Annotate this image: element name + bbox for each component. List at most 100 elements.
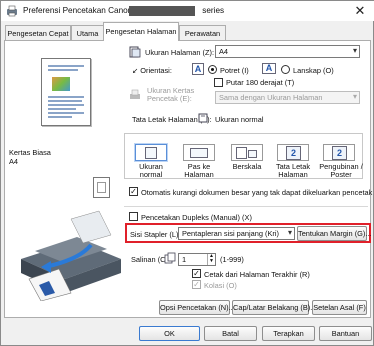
separator — [124, 206, 368, 207]
layout-page-layout-tile[interactable]: 2 — [277, 144, 309, 161]
normal-size-icon — [145, 147, 157, 159]
printer-paper-size-line2: Pencetak (E): — [147, 94, 192, 103]
orientation-text: Orientasi: — [140, 66, 172, 75]
stamp-background-button[interactable]: Cap/Latar Belakang (B)... — [232, 300, 316, 315]
help-button[interactable]: Bantuan — [319, 326, 372, 341]
collate-label: Kolasi (O) — [204, 281, 237, 290]
tab-quick-setup[interactable]: Pengesetan Cepat — [5, 25, 71, 40]
layout-option-line1: Ukuran normal — [139, 162, 163, 179]
apply-label: Terapkan — [273, 329, 304, 338]
check-icon: ✓ — [130, 187, 137, 196]
layout-scaled-label: Berskala — [223, 163, 271, 171]
layout-normal-size-tile[interactable] — [135, 144, 167, 161]
copies-spinner[interactable]: 1 ▲ ▼ — [178, 253, 216, 266]
layout-option-line2: Halaman — [184, 170, 214, 179]
specify-margin-label: Tentukan Margin (G)... — [298, 229, 372, 238]
scaled-icon — [236, 147, 247, 159]
layout-option-line1: Berskala — [232, 162, 262, 171]
layout-scaled-tile[interactable] — [231, 144, 263, 161]
defaults-label: Setelan Asal (F) — [313, 303, 366, 312]
tab-main[interactable]: Utama — [71, 25, 104, 40]
cancel-label: Batal — [222, 329, 239, 338]
rotate-180-label: Putar 180 derajat (T) — [226, 78, 295, 87]
chevron-down-icon: ▾ — [352, 92, 357, 101]
page-layout-2up-icon: 2 — [286, 146, 301, 160]
portrait-icon: A — [192, 63, 204, 75]
layout-option-line2: Halaman — [278, 170, 308, 179]
ok-label: OK — [164, 329, 175, 338]
cancel-button[interactable]: Batal — [204, 326, 257, 341]
printer-app-icon — [7, 5, 17, 17]
page-layout-current: Ukuran normal — [215, 115, 264, 124]
page-layout-icon — [198, 113, 208, 123]
print-options-label: Opsi Pencetakan (N)... — [160, 303, 235, 312]
layout-option-line2: Poster — [330, 170, 352, 179]
output-sheet-inner — [97, 182, 106, 193]
landscape-radio[interactable] — [281, 65, 290, 74]
check-icon: ✓ — [193, 269, 200, 278]
chevron-down-icon: ▾ — [287, 228, 292, 237]
printer-paper-size-select[interactable]: Sama dengan Ukuran Halaman ▾ — [215, 91, 360, 104]
layout-fit-to-page-label: Pas ke Halaman — [176, 163, 222, 179]
tiling-poster-icon: 2 — [332, 146, 347, 160]
printer-paper-size-label: Ukuran Kertas Pencetak (E): — [147, 87, 194, 103]
window-title-suffix: series — [202, 6, 225, 15]
layout-tiling-poster-tile[interactable]: 2 — [323, 144, 355, 161]
page-size-select[interactable]: A4 ▾ — [215, 45, 360, 58]
stapling-side-value: Pentapleran sisi panjang (Kri) — [182, 229, 279, 238]
paper-info: Kertas Biasa A4 — [9, 148, 51, 166]
apply-button[interactable]: Terapkan — [262, 326, 315, 341]
printer-paper-size-icon — [130, 89, 140, 99]
scaled-icon-small — [248, 150, 257, 158]
collate-checkbox[interactable]: ✓ — [192, 280, 201, 289]
page-size-icon — [129, 46, 141, 58]
tab-maintenance[interactable]: Perawatan — [179, 25, 226, 40]
ok-button[interactable]: OK — [139, 326, 200, 341]
paper-type-label: Kertas Biasa — [9, 148, 51, 157]
portrait-radio[interactable] — [208, 65, 217, 74]
layout-fit-to-page-tile[interactable] — [183, 144, 215, 161]
check-icon: ✓ — [193, 280, 200, 289]
paper-size-label: A4 — [9, 157, 19, 166]
duplex-label: Pencetakan Dupleks (Manual) (X) — [141, 213, 252, 222]
page-size-value: A4 — [219, 47, 229, 56]
print-from-last-page-checkbox[interactable]: ✓ — [192, 269, 201, 278]
close-button[interactable]: ✕ — [345, 1, 374, 21]
printing-preferences-window: Preferensi Pencetakan Canon series ✕ Peng… — [0, 0, 374, 346]
stapling-side-label: Sisi Stapler (L): — [130, 230, 181, 239]
page-size-label: Ukuran Halaman (Z): — [145, 48, 214, 57]
title-redaction — [129, 6, 195, 16]
tab-label: Pengesetan Cepat — [7, 29, 69, 38]
print-options-button[interactable]: Opsi Pencetakan (N)... — [159, 300, 235, 315]
tab-label: Perawatan — [184, 29, 221, 38]
stapling-side-select[interactable]: Pentapleran sisi panjang (Kri) ▾ — [178, 227, 295, 240]
layout-normal-size-label: Ukuran normal — [127, 163, 175, 179]
spinner-arrows-icon[interactable]: ▲ ▼ — [207, 254, 215, 265]
close-icon: ✕ — [354, 3, 366, 18]
printer-illustration — [21, 210, 121, 301]
landscape-icon: A — [262, 63, 276, 74]
print-from-last-page-label: Cetak dari Halaman Terakhir (R) — [204, 270, 310, 279]
defaults-button[interactable]: Setelan Asal (F) — [312, 300, 367, 315]
rotate-180-checkbox[interactable] — [214, 78, 223, 87]
portrait-label: Potret (I) — [220, 66, 249, 75]
copies-icon — [164, 252, 176, 264]
auto-reduce-label: Otomatis kurangi dokumen besar yang tak … — [141, 188, 374, 197]
duplex-checkbox[interactable] — [129, 212, 138, 221]
tab-label: Utama — [76, 29, 99, 38]
copies-value: 1 — [182, 255, 187, 264]
layout-page-layout-label: Tata Letak Halaman — [269, 163, 317, 179]
orientation-label: ↙ Orientasi: — [132, 66, 172, 75]
tab-label: Pengesetan Halaman — [105, 27, 177, 36]
landscape-label: Lanskap (O) — [293, 66, 334, 75]
stamp-background-label: Cap/Latar Belakang (B)... — [233, 303, 317, 312]
title-bar: Preferensi Pencetakan Canon series ✕ — [1, 1, 374, 21]
specify-margin-button[interactable]: Tentukan Margin (G)... — [297, 226, 372, 241]
layout-tiling-poster-label: Pengubinan / Poster — [315, 163, 367, 179]
preview-image-icon — [52, 77, 70, 91]
tab-page-setup[interactable]: Pengesetan Halaman — [103, 22, 179, 41]
chevron-down-icon: ▾ — [352, 46, 357, 55]
fit-to-page-icon — [190, 148, 208, 158]
auto-reduce-checkbox[interactable]: ✓ — [129, 187, 138, 196]
window-title-text: Preferensi Pencetakan Canon — [23, 6, 133, 15]
